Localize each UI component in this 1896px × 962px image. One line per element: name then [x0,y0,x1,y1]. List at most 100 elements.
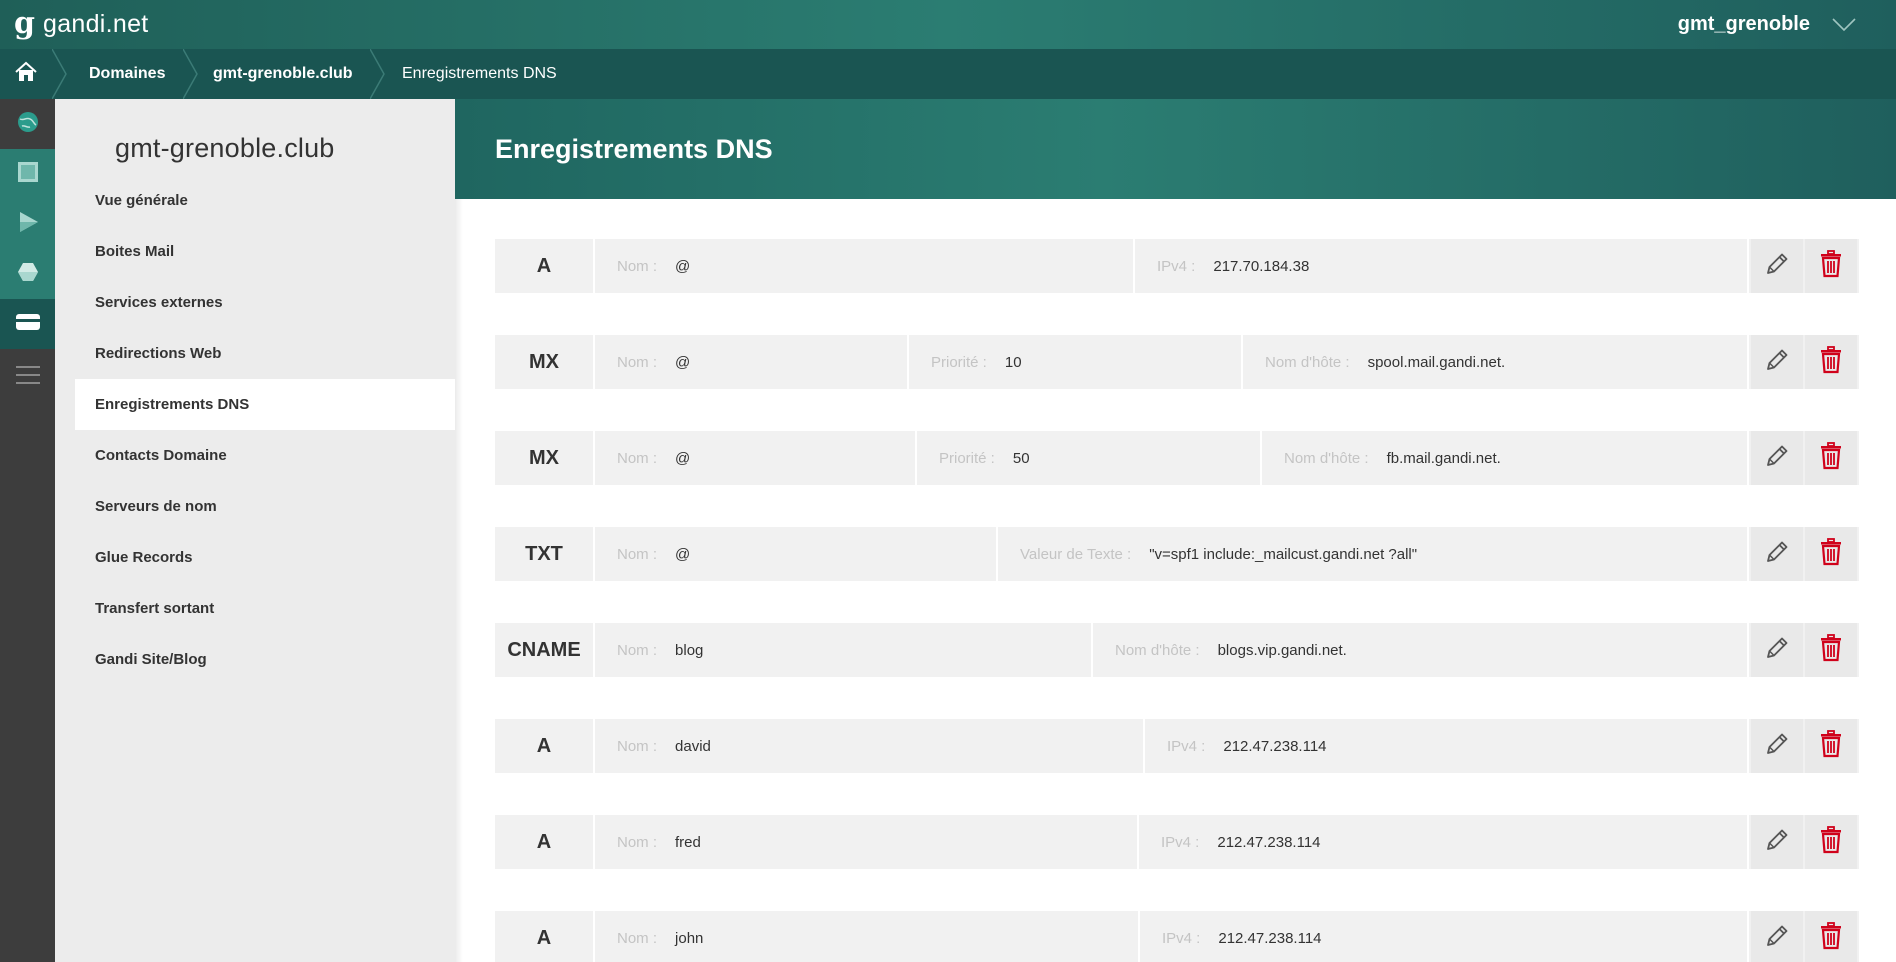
sidebar-item-transfert-sortant[interactable]: Transfert sortant [75,583,455,634]
trash-icon [1819,825,1843,859]
dns-record: A Nom : @ IPv4 : 217.70.184.38 [495,239,1859,293]
sidebar-item-redirections-web[interactable]: Redirections Web [75,328,455,379]
sidebar-item-enregistrements-dns[interactable]: Enregistrements DNS [75,379,455,430]
edit-record-button[interactable] [1751,719,1803,773]
delete-record-button[interactable] [1805,719,1857,773]
dns-record: MX Nom : @ Priorité : 50 Nom d'hôte : fb.ma… [495,431,1859,485]
pencil-icon [1764,635,1790,666]
edit-record-button[interactable] [1751,335,1803,389]
dns-record: MX Nom : @ Priorité : 10 Nom d'hôte : spool… [495,335,1859,389]
delete-record-button[interactable] [1805,623,1857,677]
rail-item-menu[interactable] [0,352,55,402]
record-field-ipv4: IPv4 : 212.47.238.114 [1141,815,1749,869]
record-field-name: Nom : david [597,719,1145,773]
pencil-icon [1764,731,1790,762]
record-field-name: Nom : @ [597,335,909,389]
delete-record-button[interactable] [1805,527,1857,581]
pencil-icon [1764,827,1790,858]
home-button[interactable] [0,49,52,99]
card-icon [15,312,41,337]
edit-record-button[interactable] [1751,623,1803,677]
trash-icon [1819,921,1843,955]
sidebar-item-boites-mail[interactable]: Boites Mail [75,226,455,277]
home-icon [14,61,38,88]
field-label: Valeur de Texte : [1020,545,1132,563]
pencil-icon [1764,251,1790,282]
chevron-down-icon [1832,17,1856,32]
delete-record-button[interactable] [1805,431,1857,485]
field-value: 212.47.238.114 [1217,833,1321,851]
field-label: Priorité : [931,353,987,371]
delete-record-button[interactable] [1805,911,1857,962]
rail-item-billing[interactable] [0,299,55,349]
delete-record-button[interactable] [1805,815,1857,869]
record-type: A [495,911,595,962]
trash-icon [1819,345,1843,379]
delete-record-button[interactable] [1805,335,1857,389]
hexagon-icon [16,260,40,289]
sidebar-item-gandi-site-blog[interactable]: Gandi Site/Blog [75,634,455,685]
sidebar-item-services-externes[interactable]: Services externes [75,277,455,328]
rail-item-sites[interactable] [0,199,55,249]
field-value: "v=spf1 include:_mailcust.gandi.net ?all… [1149,545,1418,563]
record-field-ipv4: IPv4 : 212.47.238.114 [1147,719,1749,773]
user-menu[interactable]: gmt_grenoble [1678,0,1856,49]
globe-icon [16,110,40,139]
field-label: IPv4 : [1162,929,1201,947]
record-field-name: Nom : blog [597,623,1093,677]
rail-item-hosting[interactable] [0,149,55,199]
rail-item-cloud[interactable] [0,249,55,299]
field-label: Nom : [617,833,658,851]
field-value: david [675,737,711,755]
dns-record: TXT Nom : @ Valeur de Texte : "v=spf1 incl… [495,527,1859,581]
record-type: MX [495,335,595,389]
breadcrumb-item-domain[interactable]: gmt-grenoble.club [213,49,353,99]
breadcrumb-item-current: Enregistrements DNS [402,65,557,82]
record-field-text-value: Valeur de Texte : "v=spf1 include:_mailcu… [1000,527,1749,581]
menu-icon [15,364,40,391]
record-field-ipv4: IPv4 : 212.47.238.114 [1142,911,1749,962]
sidebar-item-contacts-domaine[interactable]: Contacts Domaine [75,430,455,481]
gandi-logo[interactable]: g gandi.net [14,9,149,39]
field-label: Nom : [617,737,658,755]
record-type: A [495,719,595,773]
dns-record: A Nom : john IPv4 : 212.47.238.114 [495,911,1859,962]
field-value: john [675,929,704,947]
delete-record-button[interactable] [1805,239,1857,293]
trash-icon [1819,537,1843,571]
record-field-name: Nom : @ [597,431,917,485]
trash-icon [1819,249,1843,283]
field-value: fred [675,833,701,851]
edit-record-button[interactable] [1751,431,1803,485]
field-value: @ [675,257,691,275]
edit-record-button[interactable] [1751,911,1803,962]
username: gmt_grenoble [1677,13,1810,35]
pencil-icon [1764,347,1790,378]
sidebar-item-vue-generale[interactable]: Vue générale [75,175,455,226]
record-type: A [495,239,595,293]
field-value: blog [675,641,704,659]
sidebar-item-glue-records[interactable]: Glue Records [75,532,455,583]
server-icon [16,160,40,189]
record-field-ipv4: IPv4 : 217.70.184.38 [1137,239,1749,293]
pencil-icon [1764,443,1790,474]
record-field-hostname: Nom d'hôte : blogs.vip.gandi.net. [1095,623,1749,677]
trash-icon [1819,729,1843,763]
breadcrumb-item-domaines[interactable]: Domaines [89,49,165,99]
breadcrumb-separator [183,49,198,99]
edit-record-button[interactable] [1751,527,1803,581]
rail-item-domains[interactable] [0,99,55,149]
record-field-name: Nom : fred [597,815,1139,869]
edit-record-button[interactable] [1751,815,1803,869]
field-label: Nom : [617,929,658,947]
breadcrumb-separator [370,49,385,99]
edit-record-button[interactable] [1751,239,1803,293]
record-field-name: Nom : john [597,911,1140,962]
field-label: Priorité : [939,449,995,467]
field-value: blogs.vip.gandi.net. [1217,641,1347,659]
field-value: @ [675,449,691,467]
field-value: spool.mail.gandi.net. [1367,353,1506,371]
sidebar-item-serveurs-de-nom[interactable]: Serveurs de nom [75,481,455,532]
logo-text: gandi.net [42,9,149,38]
field-value: 217.70.184.38 [1213,257,1310,275]
